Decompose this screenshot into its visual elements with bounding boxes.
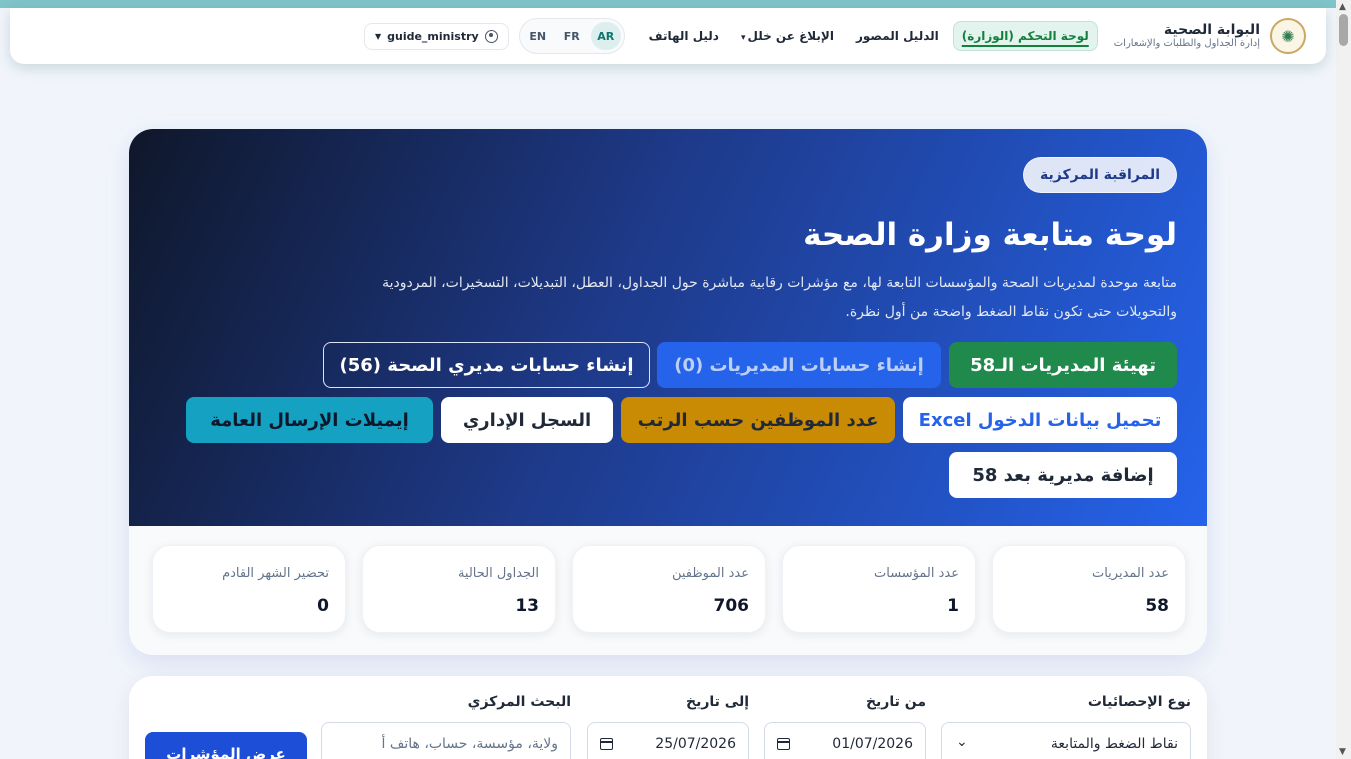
stat-value: 13 bbox=[515, 596, 539, 616]
stat-value: 58 bbox=[1145, 596, 1169, 616]
stats-row: عدد المديريات 58 عدد المؤسسات 1 عدد المو… bbox=[150, 545, 1186, 635]
calendar-icon[interactable] bbox=[777, 738, 790, 750]
stat-type-select[interactable]: نقاط الضغط والمتابعة ⌄ bbox=[941, 722, 1191, 759]
caret-down-icon: ▾ bbox=[740, 33, 746, 43]
hero-panel: المراقبة المركزية لوحة متابعة وزارة الصح… bbox=[129, 129, 1207, 655]
stat-card-institutions: عدد المؤسسات 1 bbox=[782, 545, 976, 633]
scroll-thumb[interactable] bbox=[1339, 14, 1348, 46]
stat-card-current-schedules: الجداول الحالية 13 bbox=[362, 545, 556, 633]
lang-ar[interactable]: AR bbox=[590, 22, 621, 50]
hero-banner: المراقبة المركزية لوحة متابعة وزارة الصح… bbox=[129, 129, 1207, 526]
stat-label: تحضير الشهر القادم bbox=[222, 566, 329, 581]
admin-log-button[interactable]: السجل الإداري bbox=[441, 397, 613, 443]
staff-by-rank-button[interactable]: عدد الموظفين حسب الرتب bbox=[621, 397, 895, 443]
search-placeholder: ولاية، مؤسسة، حساب، هاتف أ bbox=[381, 736, 558, 752]
stat-type-value: نقاط الضغط والمتابعة bbox=[1050, 736, 1178, 752]
to-date-input[interactable]: 25/07/2026 bbox=[587, 722, 749, 759]
user-menu[interactable]: guide_ministry ▼ bbox=[363, 22, 509, 50]
general-emails-button[interactable]: إيميلات الإرسال العامة bbox=[186, 397, 433, 443]
create-directorate-accounts-button[interactable]: إنشاء حسابات المديريات (0) bbox=[657, 342, 941, 388]
user-name: guide_ministry bbox=[387, 29, 479, 43]
stat-type-label: نوع الإحصائيات bbox=[1087, 694, 1191, 710]
page-scrollbar[interactable]: ▲ ▼ bbox=[1336, 0, 1351, 759]
brand[interactable]: ✺ البوابة الصحية إدارة الجداول والطلبات … bbox=[1114, 18, 1306, 54]
stat-card-directorates: عدد المديريات 58 bbox=[992, 545, 1186, 633]
stat-label: عدد المديريات bbox=[1091, 566, 1169, 581]
stat-card-next-month: تحضير الشهر القادم 0 bbox=[152, 545, 346, 633]
chevron-down-icon: ⌄ bbox=[956, 734, 968, 750]
filter-panel: نوع الإحصائيات نقاط الضغط والمتابعة ⌄ من… bbox=[129, 676, 1207, 759]
setup-directorates-button[interactable]: تهيئة المديريات الـ58 bbox=[949, 342, 1177, 388]
stat-value: 0 bbox=[317, 596, 329, 616]
from-date-input[interactable]: 01/07/2026 bbox=[764, 722, 926, 759]
stat-label: عدد المؤسسات bbox=[874, 566, 959, 581]
emblem-icon: ✺ bbox=[1270, 18, 1306, 54]
lang-fr[interactable]: FR bbox=[557, 22, 587, 50]
nav-item-report-issue[interactable]: الإبلاغ عن خلل▾ bbox=[733, 22, 842, 50]
page-title: لوحة متابعة وزارة الصحة bbox=[803, 217, 1177, 253]
search-input[interactable]: ولاية، مؤسسة، حساب، هاتف أ bbox=[321, 722, 571, 759]
user-icon bbox=[484, 29, 498, 43]
to-date-label: إلى تاريخ bbox=[685, 694, 749, 710]
brand-title: البوابة الصحية bbox=[1163, 22, 1260, 39]
main-nav: لوحة التحكم (الوزارة) الدليل المصور الإب… bbox=[641, 21, 1098, 51]
add-directorate-button[interactable]: إضافة مديرية بعد 58 bbox=[949, 452, 1177, 498]
stat-value: 1 bbox=[947, 596, 959, 616]
top-navbar: ✺ البوابة الصحية إدارة الجداول والطلبات … bbox=[10, 8, 1326, 64]
calendar-icon[interactable] bbox=[600, 738, 613, 750]
nav-item-illustrated-guide[interactable]: الدليل المصور bbox=[848, 22, 947, 50]
scroll-down-arrow-icon[interactable]: ▼ bbox=[1339, 747, 1346, 757]
stat-value: 706 bbox=[713, 596, 750, 616]
scroll-up-arrow-icon[interactable]: ▲ bbox=[1339, 2, 1346, 12]
hero-badge: المراقبة المركزية bbox=[1023, 157, 1177, 193]
nav-item-report-issue-label: الإبلاغ عن خلل bbox=[747, 29, 834, 43]
stat-label: عدد الموظفين bbox=[671, 566, 749, 581]
stat-label: الجداول الحالية bbox=[457, 566, 539, 581]
window-top-strip bbox=[0, 0, 1336, 8]
show-indicators-button[interactable]: عرض المؤشرات bbox=[145, 732, 307, 759]
lang-en[interactable]: EN bbox=[523, 22, 553, 50]
from-date-label: من تاريخ bbox=[865, 694, 926, 710]
upload-login-excel-button[interactable]: تحميل بيانات الدخول Excel bbox=[903, 397, 1177, 443]
caret-down-icon: ▼ bbox=[374, 31, 382, 41]
language-switcher: AR FR EN bbox=[518, 18, 625, 54]
brand-subtitle: إدارة الجداول والطلبات والإشعارات bbox=[1113, 38, 1260, 50]
from-date-value: 01/07/2026 bbox=[832, 736, 913, 752]
nav-item-phone-directory[interactable]: دليل الهاتف bbox=[641, 22, 727, 50]
create-director-accounts-button[interactable]: إنشاء حسابات مديري الصحة (56) bbox=[323, 342, 650, 388]
hero-description: متابعة موحدة لمديريات الصحة والمؤسسات ال… bbox=[382, 275, 1177, 320]
to-date-value: 25/07/2026 bbox=[655, 736, 736, 752]
stat-card-employees: عدد الموظفين 706 bbox=[572, 545, 766, 633]
nav-item-dashboard[interactable]: لوحة التحكم (الوزارة) bbox=[952, 21, 1098, 51]
search-label: البحث المركزي bbox=[467, 694, 571, 710]
